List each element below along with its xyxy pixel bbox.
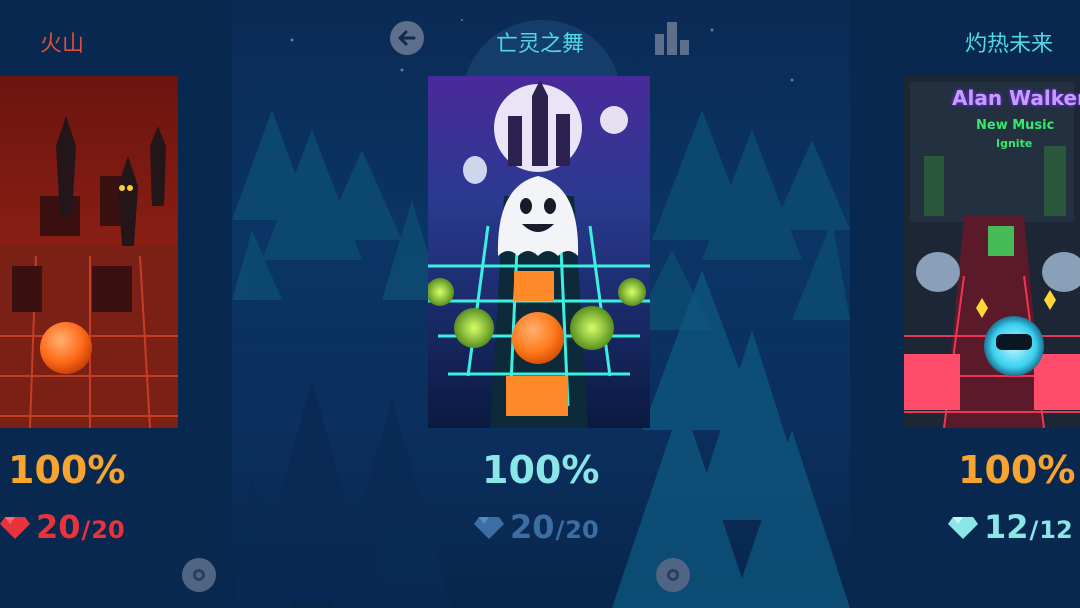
gems-current: 20 [36, 508, 81, 546]
leaderboard-button[interactable] [654, 20, 690, 60]
level-title: 亡灵之舞 [495, 32, 584, 57]
music-disc-icon[interactable] [182, 558, 216, 592]
level-cover-image[interactable] [428, 76, 650, 428]
level-panel-ghost-dance[interactable]: 亡灵之舞 100% 20 / 20 [232, 0, 850, 608]
cover-song-text: Ignite [996, 137, 1033, 150]
volcano-scene [0, 76, 178, 428]
gem-counter: 20 / 20 [0, 508, 125, 546]
level-title: 火山 [40, 32, 85, 57]
cover-artist-text: Alan Walker [952, 86, 1080, 110]
gems-current: 20 [510, 508, 555, 546]
gems-current: 12 [984, 508, 1029, 546]
level-title: 灼热未来 [965, 32, 1054, 57]
progress-percent: 100% [482, 448, 600, 492]
gems-separator: / [555, 516, 565, 544]
level-cover-image[interactable]: Alan Walker New Music Ignite [904, 76, 1080, 428]
diamond-icon [948, 517, 978, 539]
level-panel-burning-future[interactable]: 灼热未来 Alan Walker New Music Ignite 100% 1… [850, 0, 1080, 608]
gems-total: 20 [565, 516, 599, 544]
ghost-dance-scene [428, 76, 650, 428]
gem-counter: 12 / 12 [948, 508, 1073, 546]
progress-percent: 100% [8, 448, 126, 492]
level-panel-volcano[interactable]: 火山 100% 20 / 20 [0, 0, 232, 608]
diamond-icon [0, 517, 30, 539]
back-button[interactable] [390, 21, 424, 55]
diamond-icon [474, 517, 504, 539]
gem-counter: 20 / 20 [474, 508, 599, 546]
progress-percent: 100% [958, 448, 1076, 492]
gems-total: 12 [1039, 516, 1073, 544]
arrow-left-icon [398, 30, 416, 46]
level-cover-image[interactable] [0, 76, 178, 428]
gems-separator: / [81, 516, 91, 544]
gems-total: 20 [91, 516, 125, 544]
gems-separator: / [1029, 516, 1039, 544]
bar-chart-icon [655, 22, 689, 55]
music-disc-icon[interactable] [656, 558, 690, 592]
cover-subtitle-text: New Music [976, 118, 1055, 133]
